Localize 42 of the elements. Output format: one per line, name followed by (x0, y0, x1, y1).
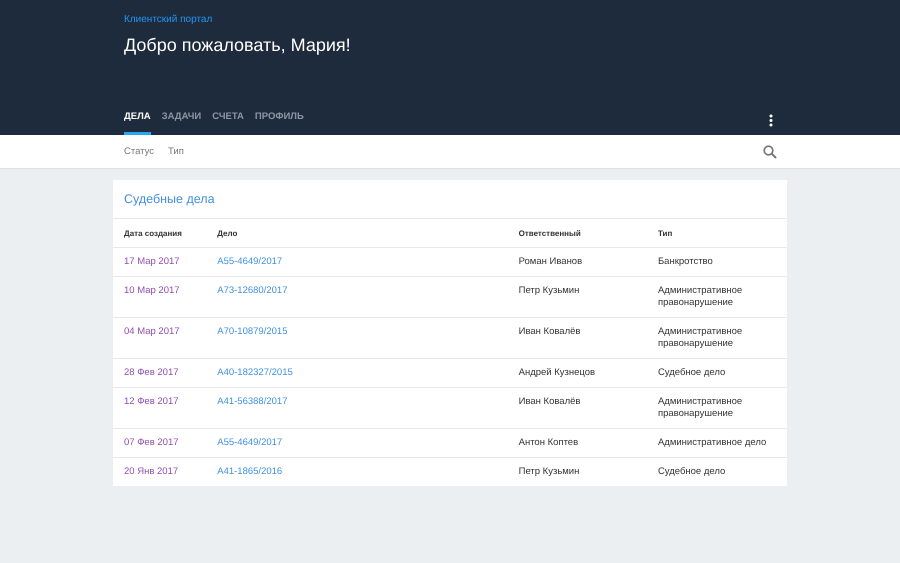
date-cell: 07 Фев 2017 (113, 428, 218, 458)
table-cell: Иван Ковалёв (518, 318, 658, 358)
case-link[interactable]: А73-12680/2017 (217, 285, 288, 296)
more-icon[interactable] (769, 114, 773, 126)
filter-button[interactable]: Тип (168, 146, 184, 157)
portal-name: Клиентский портал (124, 13, 214, 26)
page-title: Добро пожаловать, Мария! (124, 34, 352, 57)
column-header: Дата создания (113, 219, 218, 248)
table-cell: Иван Ковалёв (518, 388, 658, 428)
table-cell: Андрей Кузнецов (518, 358, 658, 388)
table-cell: Петр Кузьмин (518, 276, 658, 318)
table-cell: Банкротство (658, 248, 787, 276)
nav-tab[interactable]: ЗАДАЧИ (162, 105, 202, 135)
table-cell: Административное правонарушение (658, 318, 787, 358)
card-title: Судебные дела (113, 180, 787, 219)
table-cell: Судебное дело (658, 458, 787, 486)
filter-button[interactable]: Статус (124, 146, 154, 157)
nav-tab[interactable]: ПРОФИЛЬ (254, 105, 304, 135)
case-link[interactable]: А70-10879/2015 (217, 326, 288, 337)
date-cell: 20 Янв 2017 (113, 458, 218, 486)
table-cell: Административное правонарушение (658, 388, 787, 428)
table-cell: Административное правонарушение (658, 276, 787, 318)
column-header: Тип (658, 219, 787, 248)
date-cell: 04 Мар 2017 (113, 318, 218, 358)
case-link[interactable]: А41-1865/2016 (217, 466, 282, 477)
case-link[interactable]: А40-182327/2015 (217, 367, 293, 378)
column-header: Дело (217, 219, 519, 248)
table-cell: Петр Кузьмин (518, 458, 658, 486)
date-cell: 10 Мар 2017 (113, 276, 218, 318)
search-icon[interactable] (763, 144, 777, 158)
date-cell: 17 Мар 2017 (113, 248, 218, 276)
column-header: Ответственный (518, 219, 658, 248)
case-link[interactable]: А41-56388/2017 (217, 396, 288, 407)
case-link[interactable]: А55-4649/2017 (217, 437, 282, 448)
table-cell: Судебное дело (658, 358, 787, 388)
table-cell: Антон Коптев (518, 428, 658, 458)
date-cell: 28 Фев 2017 (113, 358, 218, 388)
date-cell: 12 Фев 2017 (113, 388, 218, 428)
table-cell: Роман Иванов (518, 248, 658, 276)
table-cell: Административное дело (658, 428, 787, 458)
case-link[interactable]: А55-4649/2017 (217, 256, 282, 267)
nav-tab[interactable]: СЧЕТА (212, 105, 244, 135)
